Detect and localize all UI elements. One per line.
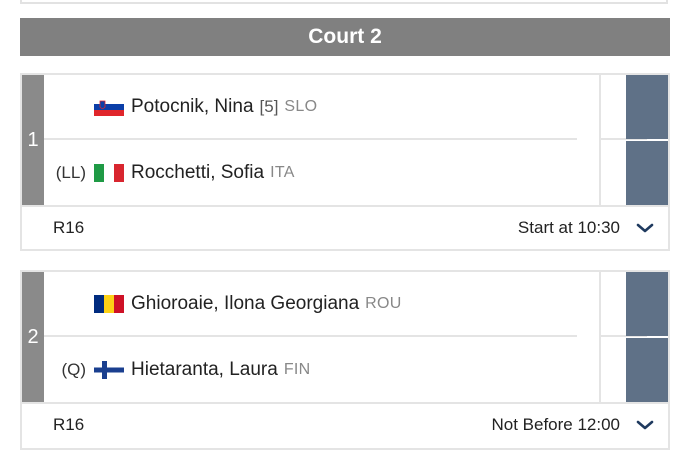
player-seed: [5]: [259, 96, 279, 116]
player-row: (Q) Hietaranta, Laura FIN: [44, 337, 577, 402]
match-card-2[interactable]: 2 Ghioroaie, Ilona Georgiana ROU (Q) Hie…: [20, 270, 670, 450]
italy-flag-icon: [94, 163, 124, 182]
match-order-number: 1: [27, 128, 39, 151]
match-card-1[interactable]: 1 Potocnik, Nina [5] SLO (LL) Rocchetti,…: [20, 73, 670, 251]
match-order: 1: [22, 75, 44, 205]
player-row: Ghioroaie, Ilona Georgiana ROU: [44, 272, 577, 337]
court-header: Court 2: [20, 18, 670, 56]
player-name[interactable]: Potocnik, Nina: [131, 96, 254, 118]
finland-flag-icon: [94, 360, 124, 379]
court-title: Court 2: [308, 25, 382, 48]
player-row: Potocnik, Nina [5] SLO: [44, 75, 577, 140]
status-column: [626, 75, 668, 205]
chevron-down-icon[interactable]: [636, 418, 654, 430]
romania-flag-icon: [94, 294, 124, 313]
player-country: FIN: [283, 360, 311, 378]
match-footer: R16 Not Before 12:00: [22, 402, 668, 446]
player-name[interactable]: Rocchetti, Sofia: [131, 162, 264, 184]
match-time: Start at 10:30: [517, 218, 620, 237]
player-country: ITA: [270, 163, 295, 181]
entry-status: (LL): [55, 162, 86, 182]
status-column: [626, 272, 668, 402]
player-name[interactable]: Ghioroaie, Ilona Georgiana: [131, 293, 359, 315]
match-round: R16: [53, 218, 85, 237]
match-order: 2: [22, 272, 44, 402]
player-row: (LL) Rocchetti, Sofia ITA: [44, 140, 577, 205]
match-order-number: 2: [27, 325, 39, 348]
player-country: ROU: [365, 294, 402, 312]
slovenia-flag-icon: [94, 97, 124, 116]
player-name[interactable]: Hietaranta, Laura: [131, 359, 278, 381]
match-time: Not Before 12:00: [491, 415, 620, 434]
chevron-down-icon[interactable]: [636, 221, 654, 233]
entry-status: (Q): [61, 359, 86, 379]
match-round: R16: [53, 415, 85, 434]
previous-card-edge: [20, 0, 668, 4]
player-country: SLO: [284, 97, 318, 115]
match-footer: R16 Start at 10:30: [22, 205, 668, 249]
